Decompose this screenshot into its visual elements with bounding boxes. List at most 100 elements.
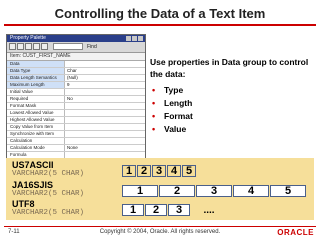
property-name: Data Type (7, 68, 65, 74)
charset-name: US7ASCII (12, 160, 54, 170)
copyright-text: Copyright © 2004, Oracle. All rights res… (99, 229, 221, 235)
character-set-panel: US7ASCII VARCHAR2(5 CHAR) 1 2 3 4 5 JA16SJIS VAR… (6, 158, 314, 220)
property-name: Format Mask (7, 103, 65, 109)
property-value[interactable] (65, 89, 145, 95)
title-divider (4, 24, 316, 26)
property-row[interactable]: Data Length Semantics (Null) (7, 75, 145, 82)
freeze-icon[interactable] (41, 43, 48, 50)
property-row[interactable]: Data (7, 61, 145, 68)
property-value[interactable] (65, 138, 145, 144)
property-name: Data (7, 61, 65, 67)
character-cell: 5 (270, 185, 306, 197)
charset-label: UTF8 VARCHAR2(5 CHAR) (12, 200, 84, 218)
character-cell: 4 (167, 165, 181, 177)
bullet-icon: • (152, 110, 156, 121)
character-cell: 1 (122, 185, 158, 197)
intersection-icon[interactable] (25, 43, 32, 50)
property-value[interactable]: 9 (65, 82, 145, 88)
character-cell: 4 (233, 185, 269, 197)
property-row[interactable]: Required No (7, 96, 145, 103)
byte-cells: 12345 (122, 185, 307, 197)
property-row[interactable]: Copy Value from Item (7, 124, 145, 131)
property-name: Lowest Allowed Value (7, 110, 65, 116)
expand-icon[interactable] (9, 43, 16, 50)
property-name: Highest Allowed Value (7, 117, 65, 123)
minimize-icon[interactable] (126, 36, 131, 41)
property-value[interactable] (65, 131, 145, 137)
charset-datatype: VARCHAR2(5 CHAR) (12, 190, 85, 198)
property-row[interactable]: Highest Allowed Value (7, 117, 145, 124)
property-name: Data Length Semantics (7, 75, 65, 81)
property-name: Maximum Length (7, 82, 65, 88)
bullet-text: Length (164, 97, 193, 108)
character-cell: 2 (159, 185, 195, 197)
character-cell: 3 (168, 204, 190, 216)
bullet-text: Format (164, 110, 193, 121)
bullet-item: • Format (152, 109, 193, 122)
character-cell: 3 (196, 185, 232, 197)
bullet-list: • Type • Length • Format • Value (152, 83, 193, 135)
more-cells-indicator: .... (203, 204, 215, 216)
property-row[interactable]: Format Mask (7, 103, 145, 110)
character-cell: 3 (152, 165, 166, 177)
palette-title: Property Palette (10, 35, 46, 41)
property-name: Copy Value from Item (7, 124, 65, 130)
bullet-icon: • (152, 84, 156, 95)
charset-name: JA16SJIS (12, 180, 54, 190)
palette-titlebar: Property Palette (7, 35, 145, 42)
palette-item-name: Item: CUST_FIRST_NAME (7, 53, 145, 61)
property-value[interactable]: (Null) (65, 75, 145, 81)
property-name: Initial Value (7, 89, 65, 95)
property-row[interactable]: Calculation (7, 138, 145, 145)
property-value[interactable] (65, 103, 145, 109)
property-row[interactable]: Data Type Char (7, 68, 145, 75)
property-row[interactable]: Lowest Allowed Value (7, 110, 145, 117)
character-cell: 1 (122, 165, 136, 177)
byte-cells: 1 2 3.... (122, 204, 228, 216)
bullet-text: Type (164, 84, 184, 95)
intro-text: Use properties in Data group to control … (150, 57, 309, 79)
property-value[interactable]: No (65, 96, 145, 102)
character-cell: 2 (137, 165, 151, 177)
property-row[interactable]: Synchronize with Item (7, 131, 145, 138)
charset-datatype: VARCHAR2(5 CHAR) (12, 209, 85, 217)
footer-divider (4, 226, 316, 227)
slide-title: Controlling the Data of a Text Item (54, 6, 266, 21)
property-list: Data Data Type Char Data Length Semantics (N… (7, 61, 145, 187)
oracle-logo: ORACLE (277, 228, 314, 237)
charset-name: UTF8 (12, 199, 35, 209)
union-icon[interactable] (33, 43, 40, 50)
property-value[interactable] (65, 117, 145, 123)
property-value[interactable]: Char (65, 68, 145, 74)
property-name: Required (7, 96, 65, 102)
bullet-item: • Type (152, 83, 193, 96)
byte-cells: 12345 (122, 165, 197, 177)
property-value[interactable] (65, 124, 145, 130)
character-cell: 1 (122, 204, 144, 216)
find-label: Find (87, 44, 97, 50)
character-cell: 5 (182, 165, 196, 177)
collapse-icon[interactable] (17, 43, 24, 50)
property-value[interactable]: None (65, 145, 145, 151)
property-row[interactable]: Maximum Length 9 (7, 82, 145, 89)
character-cell: 2 (145, 204, 167, 216)
charset-label: US7ASCII VARCHAR2(5 CHAR) (12, 161, 84, 179)
property-name: Calculation (7, 138, 65, 144)
charset-label: JA16SJIS VARCHAR2(5 CHAR) (12, 181, 84, 199)
bullet-icon: • (152, 123, 156, 134)
property-row[interactable]: Calculation Mode None (7, 145, 145, 152)
property-name: Calculation Mode (7, 145, 65, 151)
bullet-item: • Length (152, 96, 193, 109)
bullet-icon: • (152, 97, 156, 108)
close-icon[interactable] (138, 36, 143, 41)
bullet-text: Value (164, 123, 187, 134)
charset-datatype: VARCHAR2(5 CHAR) (12, 170, 85, 178)
property-name: Synchronize with Item (7, 131, 65, 137)
property-row[interactable]: Initial Value (7, 89, 145, 96)
property-value[interactable] (65, 61, 145, 67)
property-value[interactable] (65, 110, 145, 116)
maximize-icon[interactable] (132, 36, 137, 41)
bullet-item: • Value (152, 122, 193, 135)
find-input[interactable] (53, 43, 83, 50)
palette-toolbar: Find (7, 42, 145, 53)
